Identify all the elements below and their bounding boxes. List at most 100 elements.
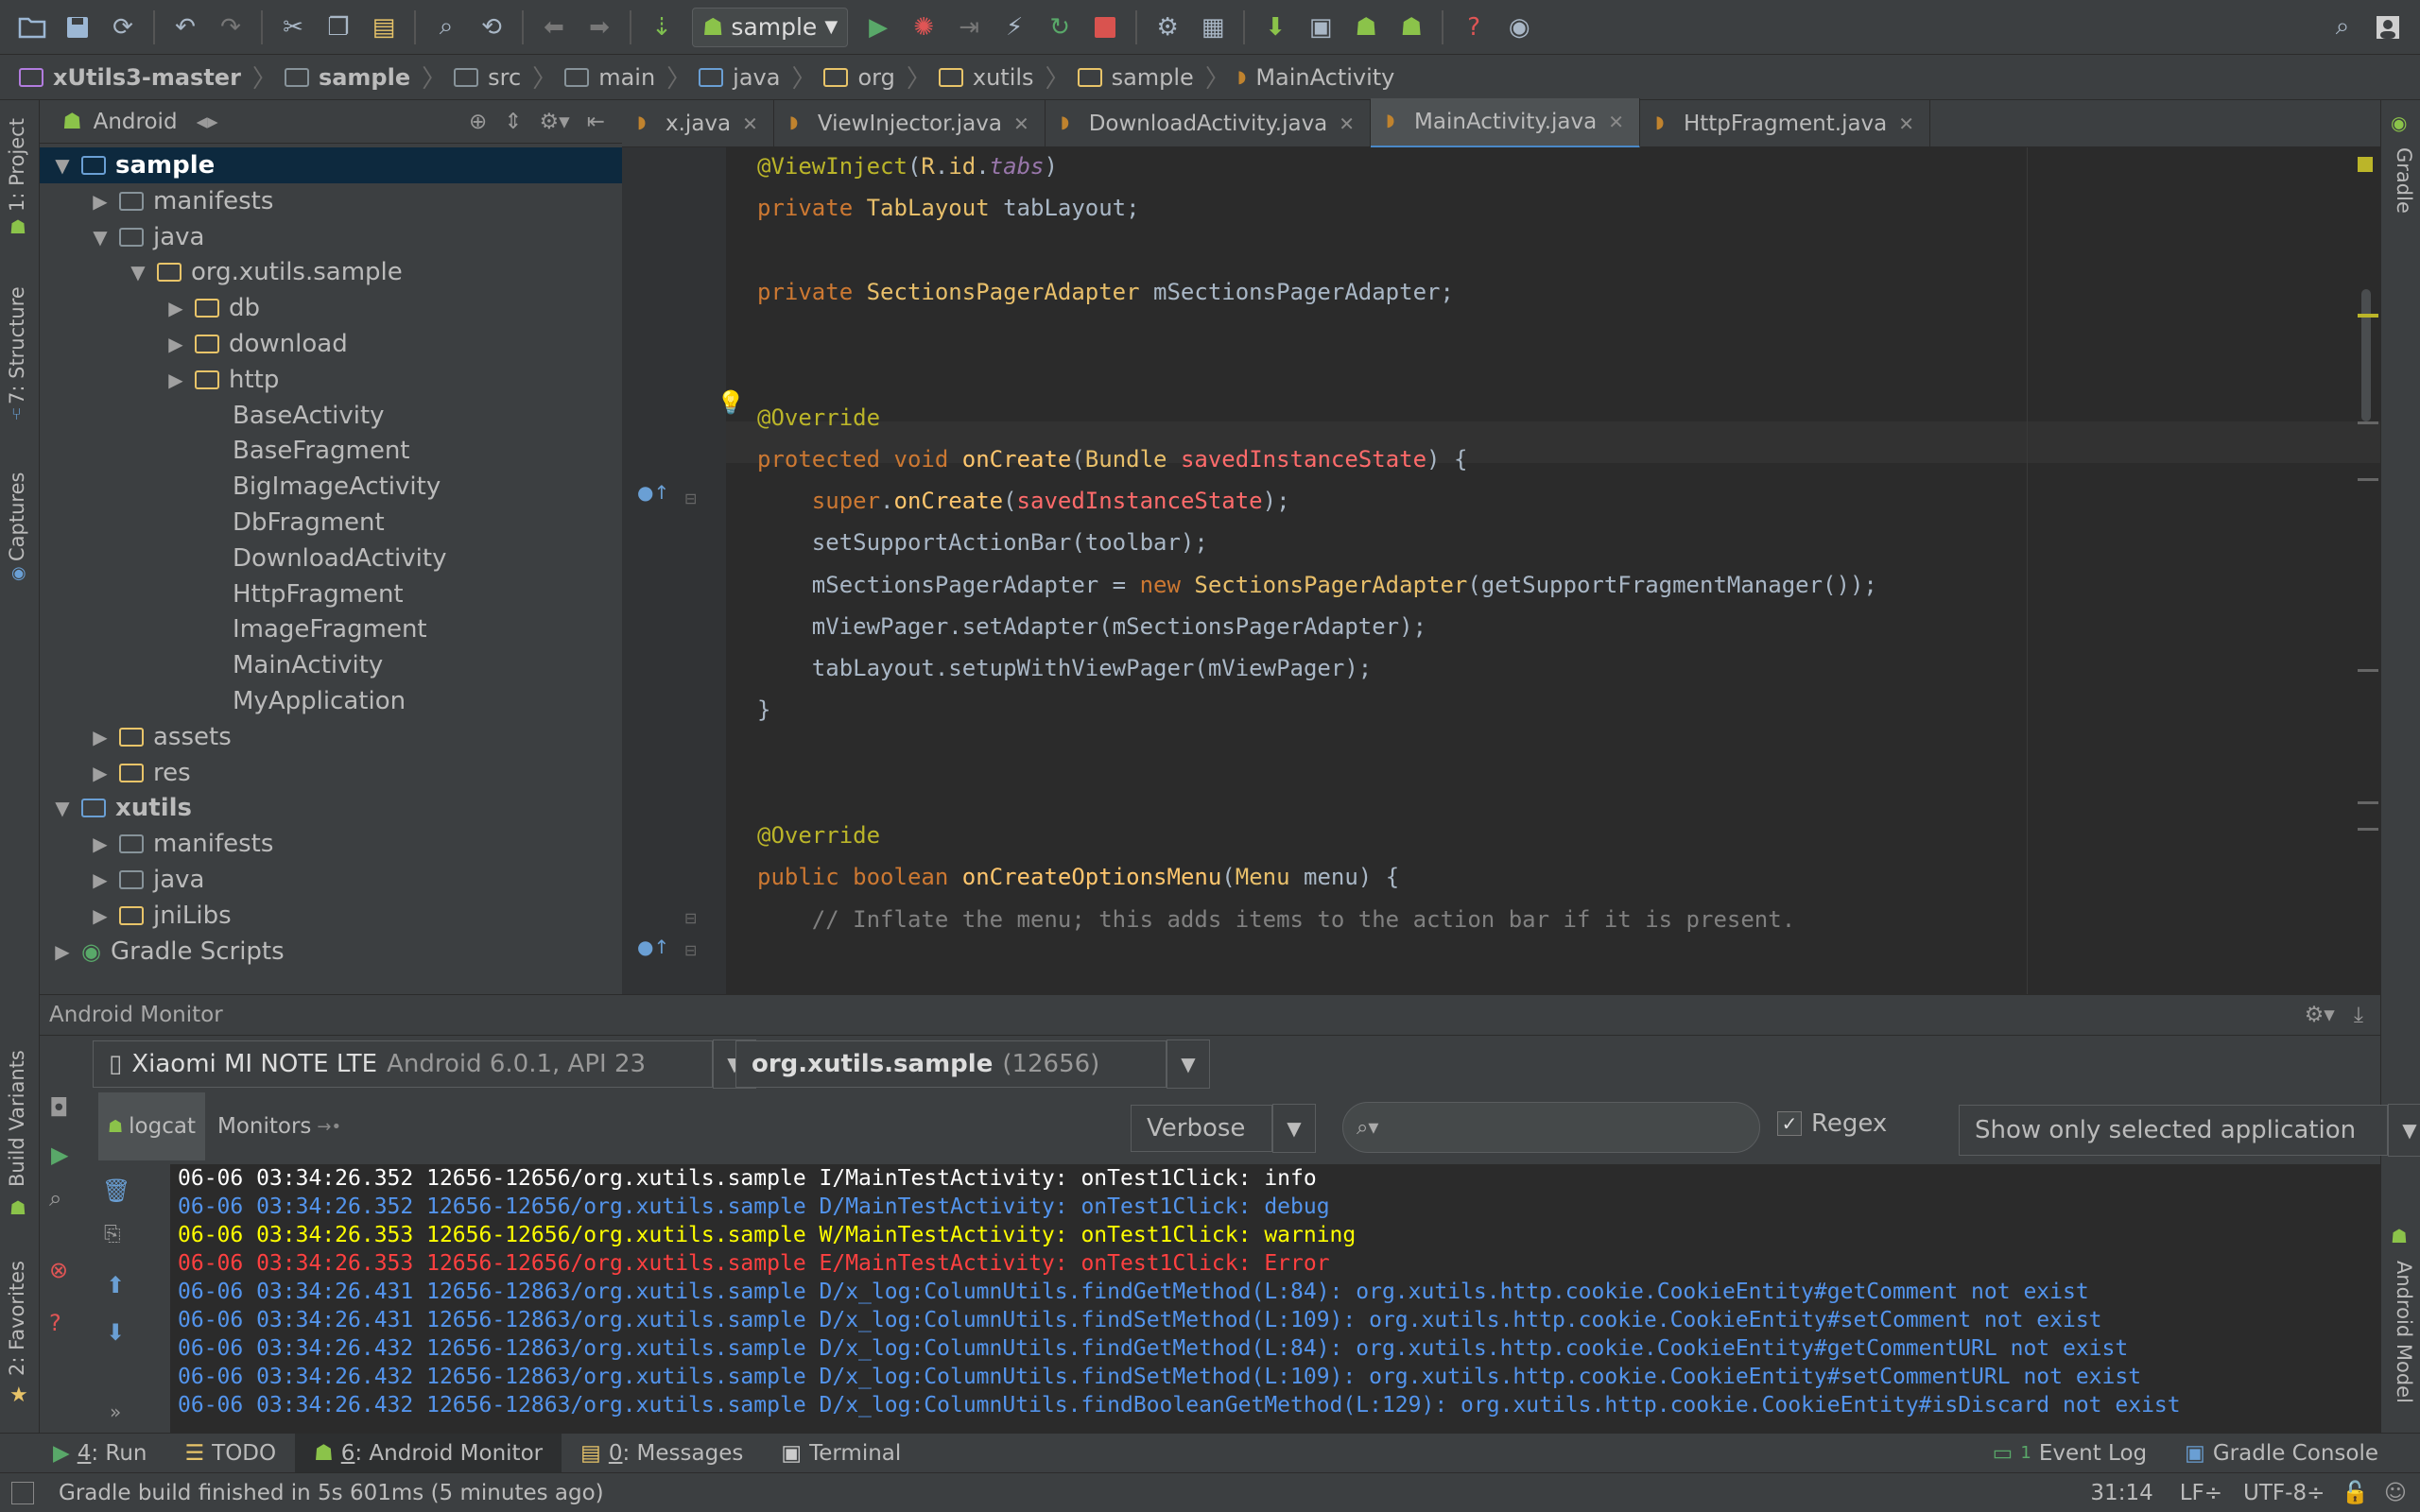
make-icon[interactable]: ⇣ xyxy=(643,9,681,46)
rerun-icon[interactable]: ↻ xyxy=(1041,9,1079,46)
debug-icon[interactable]: ✺ xyxy=(905,9,942,46)
expanded-arrow-icon[interactable]: ▼ xyxy=(53,797,72,819)
collapsed-arrow-icon[interactable]: ▶ xyxy=(91,904,110,927)
inspection-status-icon[interactable] xyxy=(2358,157,2373,172)
file-encoding[interactable]: UTF-8÷ xyxy=(2243,1481,2325,1505)
lightbulb-icon[interactable]: 💡 xyxy=(717,389,745,416)
breadcrumb-item[interactable]: ◗ MainActivity xyxy=(1230,64,1407,91)
screen-record-icon[interactable]: ▶ xyxy=(51,1142,68,1168)
sync-icon[interactable]: ⟳ xyxy=(104,9,142,46)
stop-icon[interactable] xyxy=(1086,9,1124,46)
toggle-tool-windows-icon[interactable] xyxy=(11,1481,34,1504)
run-config-dropdown[interactable]: ☗ sample ▼ xyxy=(692,7,849,47)
collapsed-arrow-icon[interactable]: ▶ xyxy=(91,762,110,784)
tree-item[interactable]: HttpFragment xyxy=(40,576,622,612)
monitor-icon[interactable]: ◉ xyxy=(1500,9,1538,46)
tree-item[interactable]: ▶ http xyxy=(40,362,622,398)
tab-captures[interactable]: Captures xyxy=(6,472,28,561)
hide-panel-icon[interactable]: ⇤ xyxy=(587,110,605,134)
tree-item[interactable]: ▶ assets xyxy=(40,719,622,755)
expanded-arrow-icon[interactable]: ▼ xyxy=(91,226,110,249)
collapsed-arrow-icon[interactable]: ▶ xyxy=(91,726,110,748)
close-icon[interactable]: ✕ xyxy=(1013,112,1029,135)
breadcrumb-item[interactable]: sample xyxy=(277,64,422,91)
arrow-up-icon[interactable]: ⬆ xyxy=(106,1272,125,1298)
collapsed-arrow-icon[interactable]: ▶ xyxy=(166,369,185,391)
tab-project[interactable]: 1: Project xyxy=(6,118,28,212)
caret-position[interactable]: 31:14 xyxy=(2090,1481,2152,1505)
log-search-box[interactable]: ⌕▾ xyxy=(1342,1102,1760,1153)
tree-item[interactable]: ▼ sample xyxy=(40,147,622,183)
event-icon[interactable]: ☺ xyxy=(2384,1481,2407,1505)
fold-icon[interactable]: ⊟ xyxy=(684,490,697,507)
collapsed-arrow-icon[interactable]: ▶ xyxy=(53,940,72,963)
expanded-arrow-icon[interactable]: ▼ xyxy=(53,154,72,177)
restart-icon[interactable]: ⎘ xyxy=(104,1223,121,1246)
project-structure-icon[interactable]: ▦ xyxy=(1194,9,1232,46)
breadcrumb-item[interactable]: org xyxy=(816,64,906,91)
tab-android-model[interactable]: Android Model xyxy=(2393,1261,2415,1403)
tree-item[interactable]: ▼ java xyxy=(40,219,622,255)
forward-icon[interactable]: ➡ xyxy=(580,9,618,46)
tree-item[interactable]: MyApplication xyxy=(40,683,622,719)
log-level-select[interactable]: Verbose ▼ xyxy=(1131,1104,1316,1153)
device-selector[interactable]: ▯ Xiaomi MI NOTE LTE Android 6.0.1, API … xyxy=(93,1040,756,1089)
collapsed-arrow-icon[interactable]: ▶ xyxy=(91,833,110,855)
tree-item[interactable]: BaseActivity xyxy=(40,398,622,434)
settings-icon[interactable]: ⚙ xyxy=(1149,9,1186,46)
process-selector[interactable]: org.xutils.sample (12656) ▼ xyxy=(735,1040,1210,1089)
breadcrumb-item[interactable]: xutils xyxy=(931,64,1046,91)
tab-logcat[interactable]: ☗ logcat xyxy=(98,1092,205,1160)
editor-tab[interactable]: ◗ DownloadActivity.java ✕ xyxy=(1046,99,1372,147)
collapse-all-icon[interactable]: ⇕ xyxy=(504,110,522,134)
help-icon[interactable]: ? xyxy=(1455,9,1493,46)
copy-icon[interactable]: ❐ xyxy=(320,9,357,46)
tab-favorites[interactable]: 2: Favorites xyxy=(6,1261,28,1376)
gear-icon[interactable]: ⚙▾ xyxy=(2305,1003,2335,1027)
tree-item[interactable]: ▶ java xyxy=(40,862,622,898)
more-icon[interactable]: » xyxy=(110,1400,121,1423)
avd-icon[interactable]: ⬇ xyxy=(1256,9,1294,46)
tree-item[interactable]: ▶ manifests xyxy=(40,826,622,862)
regex-checkbox[interactable]: ✓ Regex xyxy=(1777,1109,1887,1138)
stripe-mark[interactable] xyxy=(2358,828,2378,831)
warning-stripe-mark[interactable] xyxy=(2358,314,2378,318)
override-marker-icon[interactable]: ●↑ xyxy=(637,481,669,504)
tree-item[interactable]: ▶ download xyxy=(40,326,622,362)
project-view-selector[interactable]: Android xyxy=(94,110,178,134)
tab-monitors[interactable]: Monitors →• xyxy=(208,1092,351,1160)
undo-icon[interactable]: ↶ xyxy=(166,9,204,46)
breadcrumb-item[interactable]: sample xyxy=(1070,64,1205,91)
tree-item[interactable]: ▶ res xyxy=(40,755,622,791)
tree-item[interactable]: ▶ db xyxy=(40,290,622,326)
tree-item[interactable]: ▼ org.xutils.sample xyxy=(40,254,622,290)
tree-item[interactable]: ▼ xutils xyxy=(40,790,622,826)
system-info-icon[interactable]: ⌕ xyxy=(49,1185,61,1211)
trash-icon[interactable]: 🗑 xyxy=(102,1177,130,1204)
stripe-mark[interactable] xyxy=(2358,801,2378,804)
tree-item[interactable]: ImageFragment xyxy=(40,611,622,647)
fold-icon[interactable]: ⊟ xyxy=(684,909,697,927)
breadcrumb-item[interactable]: java xyxy=(691,64,791,91)
save-icon[interactable] xyxy=(59,9,96,46)
tree-item[interactable]: BaseFragment xyxy=(40,433,622,469)
tree-item[interactable]: MainActivity xyxy=(40,647,622,683)
lock-icon[interactable]: 🔓 xyxy=(2342,1480,2369,1505)
breadcrumb-item[interactable]: xUtils3-master xyxy=(11,64,252,91)
stripe-mark[interactable] xyxy=(2358,421,2378,424)
tab-structure[interactable]: 7: Structure xyxy=(6,286,28,404)
logcat-output[interactable]: 06-06 03:34:26.352 12656-12656/org.xutil… xyxy=(170,1164,2380,1433)
cut-icon[interactable]: ✂ xyxy=(274,9,312,46)
editor-tab[interactable]: ◗ HttpFragment.java ✕ xyxy=(1640,99,1931,147)
search-everywhere-icon[interactable]: ⌕ xyxy=(2324,9,2361,46)
close-icon[interactable]: ✕ xyxy=(742,112,758,135)
tree-item[interactable]: DownloadActivity xyxy=(40,541,622,576)
tab-build-variants[interactable]: Build Variants xyxy=(6,1050,28,1187)
sdk-icon[interactable]: ▣ xyxy=(1302,9,1340,46)
switch-view-icon[interactable]: ◂▸ xyxy=(197,110,218,134)
help-icon[interactable]: ? xyxy=(49,1310,61,1336)
run-icon[interactable]: ▶ xyxy=(859,9,897,46)
tool-window-run[interactable]: ▶ 4: Run xyxy=(0,1434,166,1473)
fold-icon[interactable]: ⊟ xyxy=(684,941,697,959)
tree-item[interactable]: BigImageActivity xyxy=(40,469,622,505)
